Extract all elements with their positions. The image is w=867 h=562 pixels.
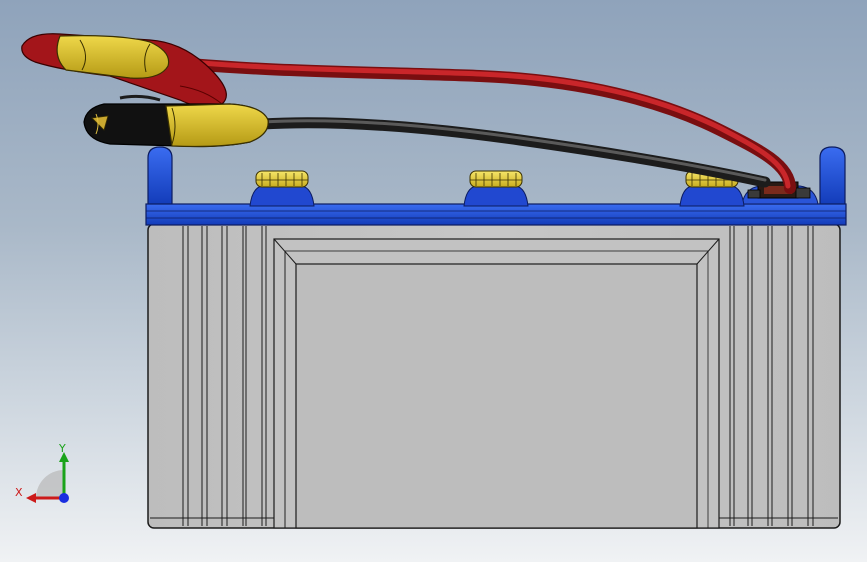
y-axis-label: Y — [58, 442, 66, 455]
triad-plane — [36, 470, 64, 498]
negative-clamp[interactable] — [83, 94, 269, 148]
label-panel — [273, 238, 720, 529]
vent-caps — [249, 170, 745, 207]
orientation-triad[interactable]: Y X — [12, 440, 82, 510]
battery-model[interactable] — [0, 0, 867, 562]
x-axis-label: X — [15, 486, 23, 499]
cad-viewport[interactable]: Y X — [0, 0, 867, 562]
vent-cap-1 — [249, 170, 315, 207]
battery-case[interactable] — [147, 223, 841, 529]
z-axis-dot — [59, 493, 69, 503]
x-axis-arrow — [26, 493, 36, 503]
vent-cap-2 — [463, 170, 529, 207]
